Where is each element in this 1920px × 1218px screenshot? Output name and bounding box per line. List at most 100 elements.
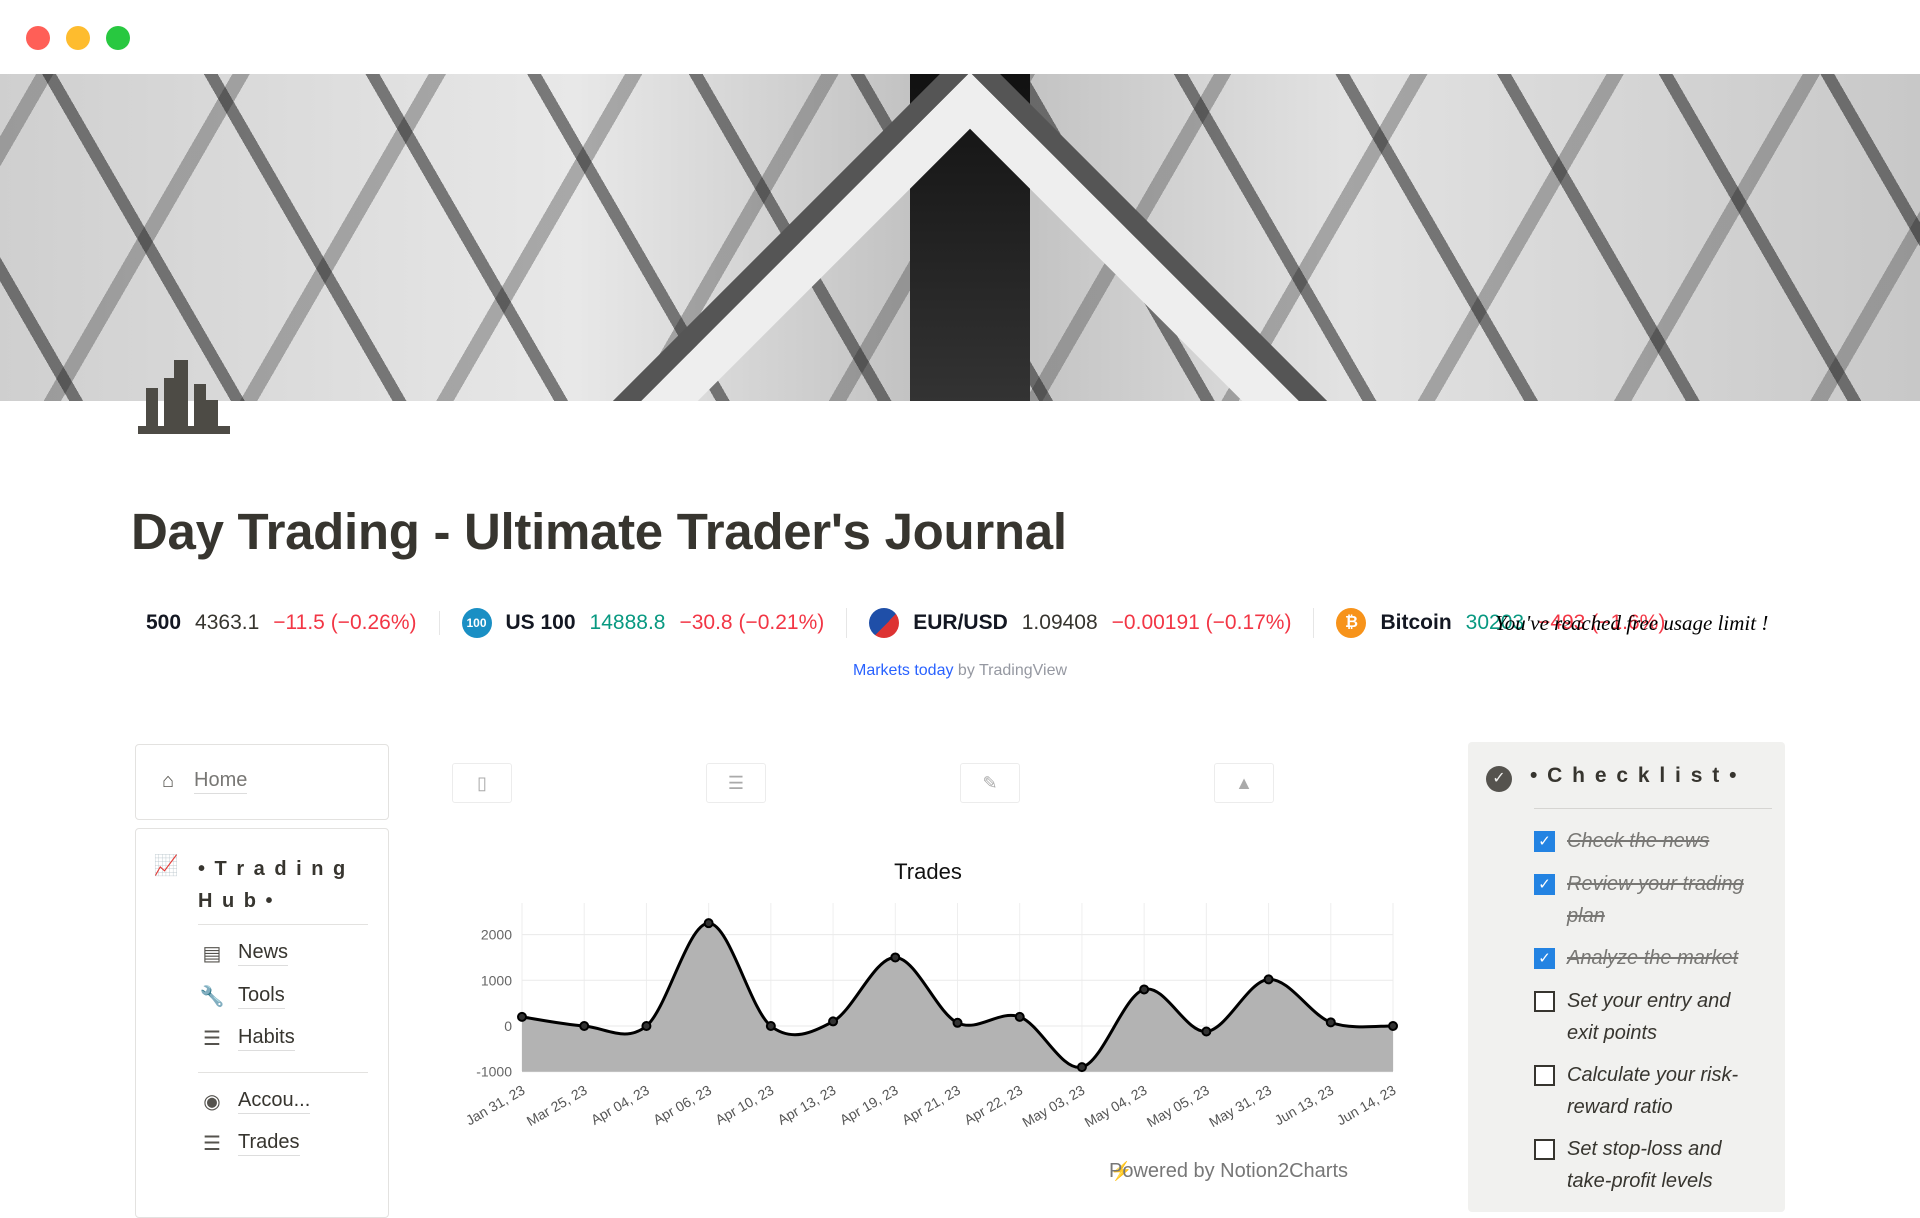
checkbox[interactable]: [1534, 1065, 1555, 1086]
data-point[interactable]: [1076, 1062, 1087, 1073]
data-point[interactable]: [703, 918, 714, 929]
data-point[interactable]: [765, 1021, 776, 1031]
area-chart-icon: ▲: [1235, 772, 1253, 793]
x-tick-label: Jun 13, 23: [1272, 1082, 1337, 1129]
notes-button[interactable]: ▯: [452, 763, 512, 803]
x-tick-label: Apr 04, 23: [588, 1082, 652, 1128]
us100-icon: 100: [461, 608, 492, 638]
x-tick-label: Apr 10, 23: [712, 1082, 776, 1128]
chart-footer[interactable]: Powered by Notion2Charts: [1109, 1160, 1348, 1182]
chart-icon: 📈: [153, 854, 179, 877]
x-tick-label: Mar 25, 23: [524, 1082, 590, 1129]
checklist-item-text: Calculate your risk-reward ratio: [1567, 1064, 1739, 1118]
checklist-item-text: Check the news: [1567, 830, 1710, 852]
data-point[interactable]: [952, 1017, 963, 1028]
data-point[interactable]: [890, 952, 901, 963]
data-point[interactable]: [1325, 1017, 1336, 1028]
ticker-price: 4363.1: [195, 611, 260, 634]
ticker-symbol: Bitcoin: [1380, 611, 1452, 634]
notes-icon: ▯: [477, 772, 487, 793]
checkbox[interactable]: ✓: [1534, 874, 1555, 895]
checklist-item: ✓ Check the news: [1534, 825, 1764, 857]
eu-us-flag-icon: [869, 608, 900, 638]
cover-image: [0, 74, 1920, 401]
tradingview-credit: Markets today by TradingView: [0, 662, 1920, 680]
x-tick-label: May 05, 23: [1144, 1082, 1212, 1131]
home-link[interactable]: ⌂ Home: [156, 769, 248, 794]
markets-today-link[interactable]: Markets today: [853, 662, 953, 679]
checklist-item: ✓ Analyze the market: [1534, 942, 1764, 974]
nav-trades[interactable]: ☰ Trades: [200, 1131, 300, 1156]
usage-limit-message: You've reached free usage limit !: [1495, 611, 1769, 635]
user-circle-icon: ◉: [203, 1091, 221, 1113]
ticker-item-us100[interactable]: 100 US 100 14888.8 −30.8 (−0.21%): [461, 608, 848, 638]
checklist-icon: ☰: [203, 1028, 221, 1050]
x-tick-label: May 03, 23: [1019, 1082, 1087, 1131]
checklist-button[interactable]: ☰: [706, 763, 766, 803]
checkbox[interactable]: [1534, 991, 1555, 1012]
checklist-item: ✓ Review your trading plan: [1534, 868, 1764, 932]
nav-accounts[interactable]: ◉ Accou...: [200, 1089, 311, 1114]
nav-news[interactable]: ▤ News: [200, 941, 289, 966]
checklist-item: Set stop-loss and take-profit levels: [1534, 1133, 1764, 1197]
checklist-icon: ☰: [727, 772, 745, 793]
checkbox[interactable]: ✓: [1534, 831, 1555, 852]
x-tick-label: May 04, 23: [1082, 1082, 1150, 1131]
home-box: ⌂ Home: [135, 744, 389, 820]
ticker-item-eurusd[interactable]: EUR/USD 1.09408 −0.00191 (−0.17%): [869, 608, 1315, 638]
hub-title: • T r a d i n g H u b •: [198, 858, 348, 912]
y-tick-label: -1000: [476, 1064, 512, 1080]
nav-label: Habits: [238, 1026, 295, 1051]
ticker-symbol: 500: [146, 611, 182, 634]
wrench-icon: 🔧: [199, 986, 225, 1008]
close-window-button[interactable]: [26, 26, 50, 50]
x-tick-label: Jun 14, 23: [1334, 1082, 1399, 1129]
checkbox[interactable]: ✓: [1534, 948, 1555, 969]
checklist-item-text: Review your trading plan: [1567, 873, 1744, 927]
nav-habits[interactable]: ☰ Habits: [200, 1026, 295, 1051]
checklist-item-text: Set your entry and exit points: [1567, 990, 1731, 1044]
bitcoin-icon: ₿: [1336, 608, 1367, 638]
data-point[interactable]: [579, 1021, 590, 1031]
x-tick-label: May 31, 23: [1206, 1082, 1274, 1131]
x-tick-label: Apr 21, 23: [899, 1082, 963, 1128]
ticker-change: −0.00191 (−0.17%): [1111, 611, 1292, 634]
x-tick-label: Jan 31, 23: [463, 1082, 528, 1129]
y-tick-label: 2000: [481, 927, 512, 943]
y-tick-label: 1000: [481, 972, 512, 988]
checklist-panel: ✓ • C h e c k l i s t • ✓ Check the news ✓…: [1468, 742, 1785, 1212]
home-label: Home: [194, 769, 248, 794]
nav-label: Tools: [238, 984, 285, 1009]
data-point[interactable]: [1201, 1026, 1212, 1037]
data-point[interactable]: [1388, 1021, 1398, 1031]
checklist-item-text: Set stop-loss and take-profit levels: [1567, 1138, 1722, 1192]
ticker-symbol: US 100: [505, 611, 576, 634]
checklist-item: Calculate your risk-reward ratio: [1534, 1059, 1764, 1123]
maximize-window-button[interactable]: [106, 26, 130, 50]
trading-hub-box: 📈 • T r a d i n g H u b • ▤ News 🔧 Tools ☰…: [135, 828, 389, 1218]
nav-label: News: [238, 941, 289, 966]
data-point[interactable]: [828, 1016, 839, 1027]
ticker-price: 14888.8: [589, 611, 666, 634]
x-tick-label: Apr 06, 23: [650, 1082, 714, 1128]
data-point[interactable]: [641, 1021, 652, 1031]
ticker-item-sp500[interactable]: 500 4363.1 −11.5 (−0.26%): [146, 611, 440, 635]
nav-label: Trades: [238, 1131, 300, 1156]
data-point[interactable]: [1014, 1011, 1025, 1022]
checkbox[interactable]: [1534, 1139, 1555, 1160]
nav-tools[interactable]: 🔧 Tools: [200, 984, 285, 1009]
y-tick-label: 0: [504, 1018, 512, 1034]
data-point[interactable]: [1263, 974, 1274, 985]
minimize-window-button[interactable]: [66, 26, 90, 50]
edit-button[interactable]: ✎: [960, 763, 1020, 803]
data-point[interactable]: [517, 1011, 527, 1022]
area-chart-button[interactable]: ▲: [1214, 763, 1274, 803]
checklist-item: Set your entry and exit points: [1534, 985, 1764, 1049]
bar-chart-icon: [138, 360, 230, 434]
verified-badge-icon: ✓: [1486, 766, 1512, 792]
newspaper-icon: ▤: [202, 943, 222, 965]
x-tick-label: Apr 22, 23: [961, 1082, 1025, 1128]
checklist-title: • C h e c k l i s t •: [1530, 764, 1739, 787]
data-point[interactable]: [1139, 984, 1150, 995]
ticker-change: −30.8 (−0.21%): [679, 611, 825, 634]
